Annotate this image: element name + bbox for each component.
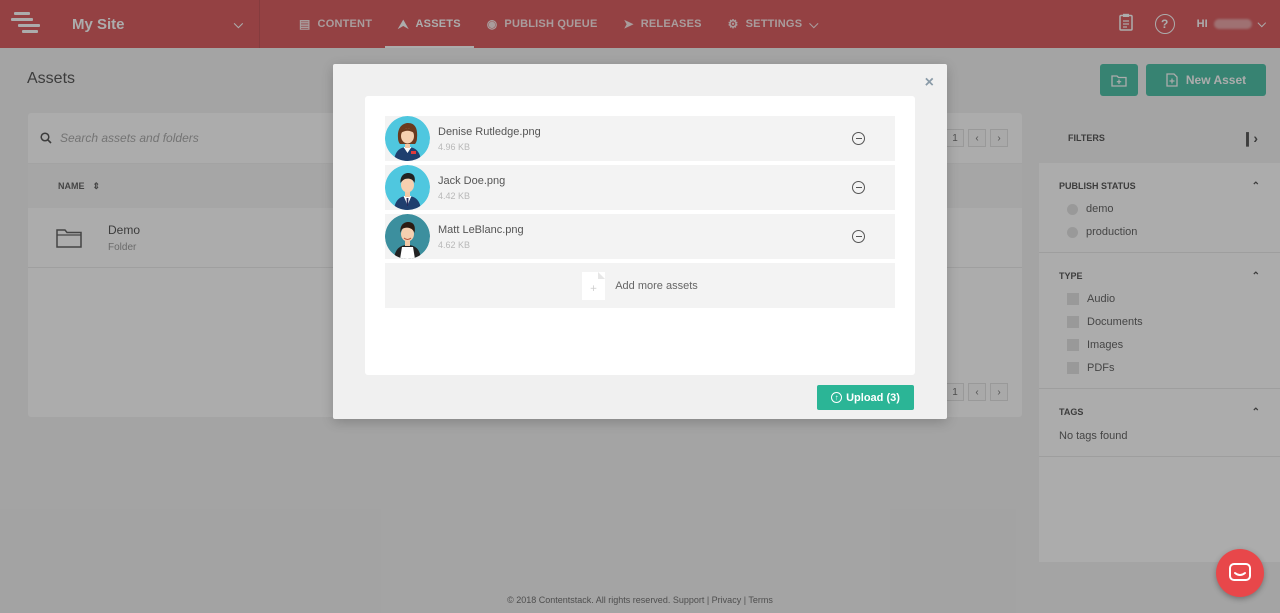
file-size: 4.96 KB (438, 141, 471, 152)
upload-button[interactable]: ↑ Upload (3) (817, 385, 914, 410)
close-icon[interactable]: × (925, 74, 934, 92)
file-name: Matt LeBlanc.png (438, 223, 524, 236)
upload-file-list: Denise Rutledge.png 4.96 KB Jack Doe.png (365, 96, 915, 375)
upload-assets-modal: × Denise Rutledge.png 4.96 KB Jack Doe.p… (333, 64, 947, 419)
chat-icon (1229, 563, 1251, 581)
file-name: Jack Doe.png (438, 174, 506, 187)
avatar-man-icon (385, 214, 430, 259)
file-size: 4.62 KB (438, 239, 471, 250)
avatar-woman-icon (385, 116, 430, 161)
remove-file-icon[interactable] (852, 230, 865, 243)
file-item: Denise Rutledge.png 4.96 KB (385, 116, 895, 161)
add-more-label: Add more assets (615, 279, 698, 292)
file-name: Denise Rutledge.png (438, 125, 541, 138)
chat-support-button[interactable] (1216, 549, 1264, 597)
file-item: Jack Doe.png 4.42 KB (385, 165, 895, 210)
avatar-man-icon (385, 165, 430, 210)
file-size: 4.42 KB (438, 190, 471, 201)
upload-label: Upload (3) (846, 391, 900, 404)
add-more-assets-button[interactable]: + Add more assets (385, 263, 895, 308)
svg-text:+: + (590, 284, 598, 294)
file-item: Matt LeBlanc.png 4.62 KB (385, 214, 895, 259)
remove-file-icon[interactable] (852, 132, 865, 145)
document-add-icon: + (582, 271, 606, 300)
remove-file-icon[interactable] (852, 181, 865, 194)
upload-arrow-icon: ↑ (831, 392, 843, 403)
